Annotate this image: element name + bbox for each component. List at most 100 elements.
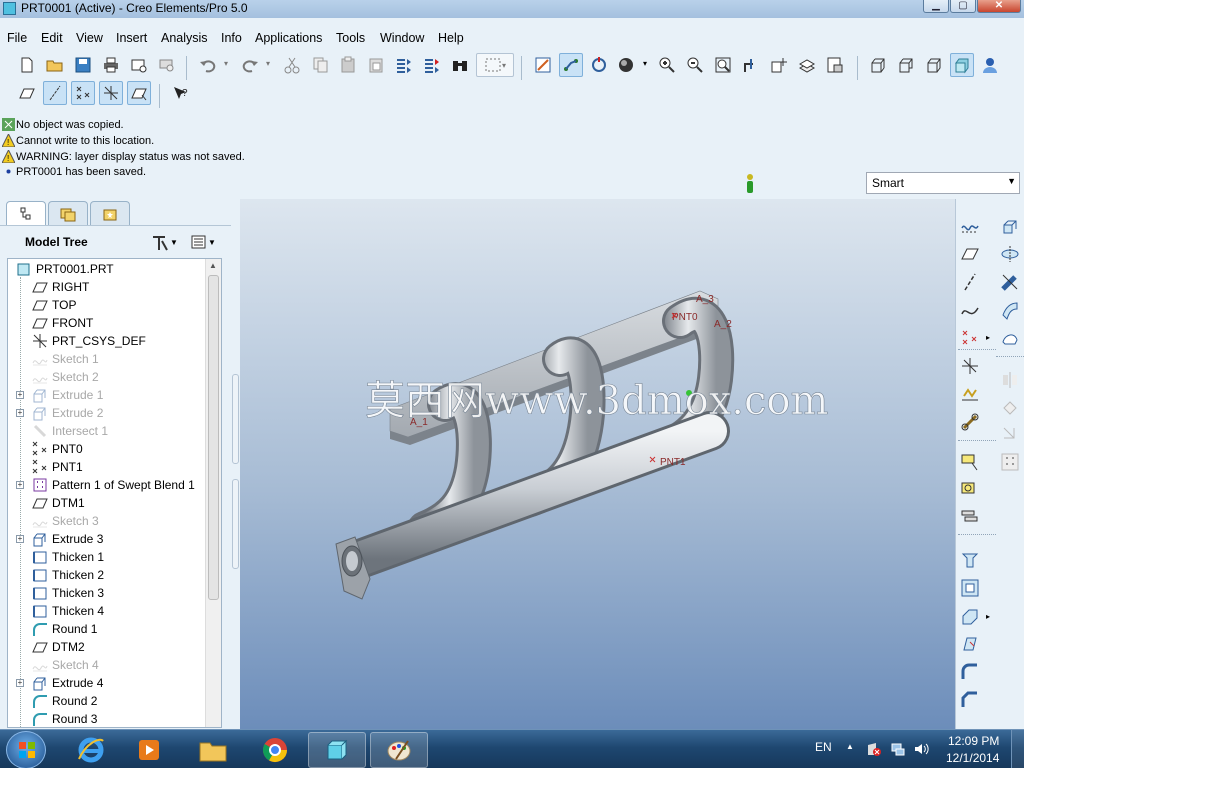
tree-item[interactable]: Thicken 3 (8, 584, 204, 602)
plane-display-button[interactable] (15, 81, 39, 105)
tree-item[interactable]: Round 3 (8, 710, 204, 727)
menu-applications[interactable]: Applications (255, 31, 322, 45)
regenerate-button[interactable] (392, 53, 416, 77)
taskbar-creo[interactable] (308, 732, 366, 768)
tab-favorites[interactable] (90, 201, 130, 225)
tree-item[interactable]: Sketch 4 (8, 656, 204, 674)
menu-help[interactable]: Help (438, 31, 464, 45)
copy-button[interactable] (308, 53, 332, 77)
menu-edit[interactable]: Edit (41, 31, 63, 45)
view-manager-button[interactable] (823, 53, 847, 77)
layout-feature-button[interactable] (959, 479, 981, 501)
collapse-handle[interactable] (232, 374, 239, 464)
scroll-up-icon[interactable]: ▲ (209, 261, 217, 270)
reorient-button[interactable] (739, 53, 763, 77)
revolve-tool-button[interactable] (999, 243, 1021, 265)
close-button[interactable]: ✕ (977, 0, 1021, 13)
tree-item[interactable]: + Extrude 2 (8, 404, 204, 422)
analysis-feature-button[interactable] (959, 383, 981, 405)
tree-item[interactable]: DTM2 (8, 638, 204, 656)
tree-item[interactable]: PNT0 (8, 440, 204, 458)
annotation-display-button[interactable] (127, 81, 151, 105)
tree-item[interactable]: + Extrude 3 (8, 530, 204, 548)
redo-button[interactable] (238, 53, 262, 77)
graphics-window[interactable]: A_3 PNT0 A_2 A_1 PNT1 莫西网www.3dmox.com (240, 199, 955, 729)
maximize-button[interactable]: ▢ (950, 0, 976, 13)
tree-item[interactable]: Sketch 3 (8, 512, 204, 530)
tab-folder-browser[interactable] (48, 201, 88, 225)
paste-button[interactable] (336, 53, 360, 77)
paste-special-button[interactable] (364, 53, 388, 77)
axis-label-a3[interactable]: A_3 (696, 294, 714, 305)
cut-button[interactable] (280, 53, 304, 77)
point-display-button[interactable] (71, 81, 95, 105)
tree-item[interactable]: Thicken 2 (8, 566, 204, 584)
relations-feature-button[interactable] (959, 507, 981, 529)
expand-icon[interactable]: + (16, 535, 24, 543)
hidden-line-button[interactable] (894, 53, 918, 77)
model-graphics[interactable]: A_3 PNT0 A_2 A_1 PNT1 莫西网www.3dmox.com (240, 199, 955, 729)
saved-views-button[interactable] (767, 53, 791, 77)
expand-icon[interactable]: + (16, 409, 24, 417)
redo-dropdown-icon[interactable]: ▾ (266, 59, 270, 68)
taskbar-file-explorer[interactable] (184, 732, 242, 768)
display-style-button[interactable] (614, 53, 638, 77)
language-indicator[interactable]: EN (815, 740, 832, 754)
tree-settings-button[interactable]: ▼ (150, 232, 184, 252)
tree-item[interactable]: + Extrude 4 (8, 674, 204, 692)
undo-button[interactable] (196, 53, 220, 77)
hole-tool-button[interactable] (959, 549, 981, 571)
show-hidden-icons-icon[interactable]: ▲ (846, 742, 854, 751)
collector-pipe[interactable] (340, 411, 730, 579)
tree-item[interactable]: + Extrude 1 (8, 386, 204, 404)
new-file-button[interactable] (15, 53, 39, 77)
tree-item[interactable]: Sketch 2 (8, 368, 204, 386)
expand-icon[interactable]: + (16, 391, 24, 399)
taskbar-media-player[interactable] (120, 732, 178, 768)
tree-item[interactable]: FRONT (8, 314, 204, 332)
expand-icon[interactable]: + (16, 679, 24, 687)
repaint-button[interactable] (531, 53, 555, 77)
scrollbar-thumb[interactable] (208, 275, 219, 600)
datum-curve-button[interactable] (959, 299, 981, 321)
zoom-out-button[interactable] (683, 53, 707, 77)
variable-sweep-button[interactable] (999, 271, 1021, 293)
selection-box-button[interactable]: ▾ (476, 53, 514, 77)
tree-show-button[interactable]: ▼ (190, 232, 224, 252)
datum-point-dropdown-icon[interactable]: ▸ (986, 333, 990, 342)
insert-reference-button[interactable] (959, 411, 981, 433)
tree-item[interactable]: Round 1 (8, 620, 204, 638)
tab-model-tree[interactable] (6, 201, 46, 225)
clock-date[interactable]: 12/1/2014 (946, 751, 999, 765)
tree-item[interactable]: Round 2 (8, 692, 204, 710)
tree-item[interactable]: TOP (8, 296, 204, 314)
annotation-feature-button[interactable] (959, 451, 981, 473)
start-button[interactable] (6, 731, 46, 768)
menu-file[interactable]: File (7, 31, 27, 45)
trim-tool-button[interactable] (999, 423, 1021, 445)
refit-button[interactable] (711, 53, 735, 77)
menu-tools[interactable]: Tools (336, 31, 365, 45)
rib-dropdown-icon[interactable]: ▸ (986, 612, 990, 621)
datum-plane-button[interactable] (959, 243, 981, 265)
open-file-button[interactable] (43, 53, 67, 77)
tree-item[interactable]: PNT1 (8, 458, 204, 476)
model-tree-user-button[interactable] (978, 53, 1002, 77)
send-link-button[interactable] (155, 53, 179, 77)
boundary-blend-button[interactable] (999, 327, 1021, 349)
tree-item[interactable]: Thicken 4 (8, 602, 204, 620)
expand-icon[interactable]: + (16, 481, 24, 489)
menu-info[interactable]: Info (221, 31, 242, 45)
wireframe-button[interactable] (866, 53, 890, 77)
model-tree-scrollbar[interactable]: ▲ (205, 259, 221, 727)
point-label-pnt1[interactable]: PNT1 (660, 457, 686, 468)
panel-splitter[interactable] (231, 199, 240, 729)
tree-item[interactable]: Sketch 1 (8, 350, 204, 368)
axis-label-a2[interactable]: A_2 (714, 319, 732, 330)
mirror-tool-button[interactable] (999, 369, 1021, 391)
blend-tool-button[interactable] (999, 299, 1021, 321)
undo-dropdown-icon[interactable]: ▾ (224, 59, 228, 68)
display-style-dropdown-icon[interactable]: ▾ (643, 59, 647, 68)
sketch-tool-button[interactable] (959, 215, 981, 237)
show-desktop-button[interactable] (1011, 730, 1024, 768)
